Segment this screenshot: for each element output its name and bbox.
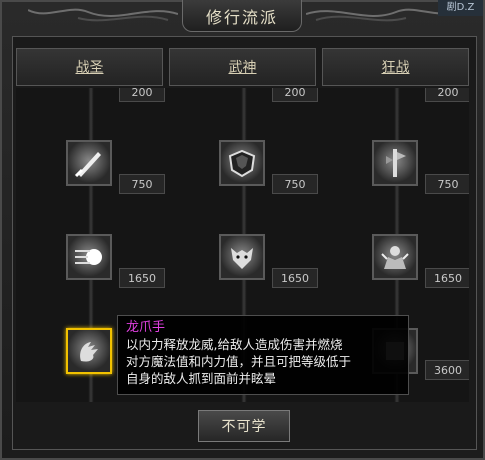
right-ornament bbox=[306, 8, 456, 22]
skill-tooltip: 龙爪手 以内力释放龙威,给敌人造成伤害并燃烧 对方魔法值和内力值，并且可把等级低… bbox=[117, 315, 409, 395]
skill-cost: 1650 bbox=[272, 268, 318, 288]
tooltip-line: 对方魔法值和内力值，并且可把等级低于 bbox=[126, 354, 352, 369]
berserker-roar-icon[interactable] bbox=[372, 234, 418, 280]
corner-badge: 剧D.Z bbox=[438, 0, 483, 16]
skill-cost: 1650 bbox=[119, 268, 165, 288]
skill-cost: 200 bbox=[119, 88, 165, 102]
tab-label: 狂战 bbox=[381, 60, 410, 76]
dragon-claw-icon[interactable] bbox=[66, 328, 112, 374]
tab-label: 战圣 bbox=[75, 60, 104, 76]
wolf-head-icon[interactable] bbox=[219, 234, 265, 280]
tooltip-line: 以内力释放龙威,给敌人造成伤害并燃烧 bbox=[126, 337, 343, 352]
energy-wave-icon[interactable] bbox=[66, 234, 112, 280]
armor-plate-icon[interactable] bbox=[219, 140, 265, 186]
tab-wushen[interactable]: 武神 bbox=[169, 48, 316, 86]
skill-cost: 200 bbox=[272, 88, 318, 102]
skill-cost: 750 bbox=[272, 174, 318, 194]
tab-kuangzhan[interactable]: 狂战 bbox=[322, 48, 469, 86]
left-ornament bbox=[28, 8, 178, 22]
skill-cost: 3600 bbox=[425, 360, 469, 380]
tab-zhansheng[interactable]: 战圣 bbox=[16, 48, 163, 86]
tooltip-line: 自身的敌人抓到面前并眩晕 bbox=[126, 371, 277, 386]
skill-cost: 1650 bbox=[425, 268, 469, 288]
skill-cost: 750 bbox=[425, 174, 469, 194]
learn-button[interactable]: 不可学 bbox=[198, 410, 290, 442]
window-title: 修行流派 bbox=[205, 7, 278, 27]
skill-cost: 200 bbox=[425, 88, 469, 102]
blade-strike-icon[interactable] bbox=[66, 140, 112, 186]
window-title-plate: 修行流派 bbox=[182, 0, 302, 32]
war-banner-icon[interactable] bbox=[372, 140, 418, 186]
skill-cost: 750 bbox=[119, 174, 165, 194]
tooltip-title: 龙爪手 bbox=[126, 320, 166, 335]
tab-label: 武神 bbox=[228, 60, 257, 76]
